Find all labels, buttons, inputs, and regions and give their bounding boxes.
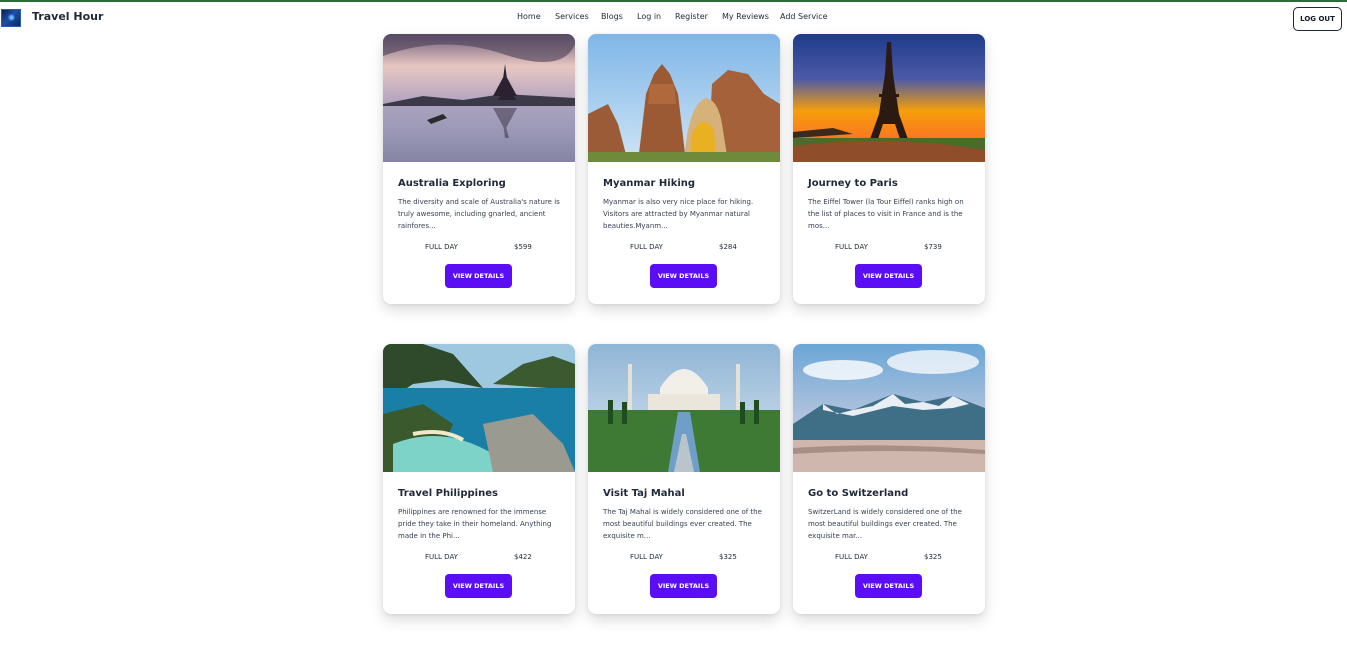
service-image [383,34,575,162]
service-duration: FULL DAY [630,553,663,561]
service-description: SwitzerLand is widely considered one of … [808,508,962,540]
nav-link-register[interactable]: Register [675,12,708,21]
service-card: Australia Exploring The diversity and sc… [383,34,575,304]
service-image [793,34,985,162]
service-title: Myanmar Hiking [603,178,696,189]
service-price: $422 [514,553,532,561]
service-card: Journey to Paris The Eiffel Tower (la To… [793,34,985,304]
service-price: $739 [924,243,942,251]
service-image [383,344,575,472]
view-details-button[interactable]: VIEW DETAILS [855,574,922,598]
service-title: Travel Philippines [398,488,498,499]
nav-link-add-service[interactable]: Add Service [780,12,828,21]
service-price: $325 [924,553,942,561]
service-card: Visit Taj Mahal The Taj Mahal is widely … [588,344,780,614]
service-card: Travel Philippines Philippines are renow… [383,344,575,614]
service-price: $325 [719,553,737,561]
service-title: Go to Switzerland [808,488,909,499]
service-title: Journey to Paris [808,178,898,189]
service-description: Philippines are renowned for the immense… [398,508,552,540]
view-details-button[interactable]: VIEW DETAILS [445,574,512,598]
view-details-button[interactable]: VIEW DETAILS [650,264,717,288]
service-card: Myanmar Hiking Myanmar is also very nice… [588,34,780,304]
nav-links: Home Services Blogs Log in Register My R… [0,12,1347,26]
service-image [588,344,780,472]
service-image [793,344,985,472]
navbar: Travel Hour Home Services Blogs Log in R… [0,2,1347,34]
service-price: $599 [514,243,532,251]
nav-link-services[interactable]: Services [555,12,589,21]
service-duration: FULL DAY [630,243,663,251]
service-price: $284 [719,243,737,251]
nav-link-login[interactable]: Log in [637,12,661,21]
service-description: Myanmar is also very nice place for hiki… [603,198,754,230]
view-details-button[interactable]: VIEW DETAILS [650,574,717,598]
service-title: Australia Exploring [398,178,506,189]
service-duration: FULL DAY [425,243,458,251]
service-duration: FULL DAY [835,243,868,251]
service-description: The diversity and scale of Australia's n… [398,198,560,230]
view-details-button[interactable]: VIEW DETAILS [855,264,922,288]
nav-link-blogs[interactable]: Blogs [601,12,623,21]
service-description: The Eiffel Tower (la Tour Eiffel) ranks … [808,198,964,230]
service-description: The Taj Mahal is widely considered one o… [603,508,762,540]
service-duration: FULL DAY [835,553,868,561]
nav-link-my-reviews[interactable]: My Reviews [722,12,769,21]
logout-button[interactable]: LOG OUT [1293,7,1342,31]
view-details-button[interactable]: VIEW DETAILS [445,264,512,288]
service-duration: FULL DAY [425,553,458,561]
service-card: Go to Switzerland SwitzerLand is widely … [793,344,985,614]
service-title: Visit Taj Mahal [603,488,685,499]
nav-link-home[interactable]: Home [517,12,541,21]
service-image [588,34,780,162]
